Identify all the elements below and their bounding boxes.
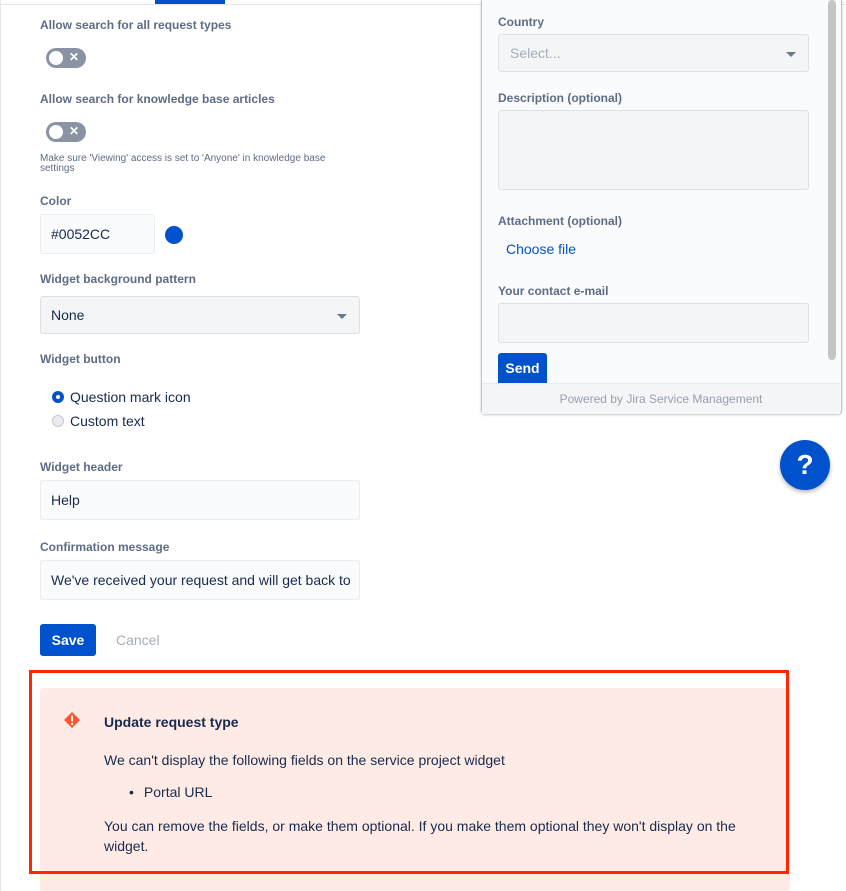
active-tab-indicator[interactable]: [155, 0, 225, 4]
pattern-select[interactable]: None: [40, 296, 360, 334]
confirm-input[interactable]: We've received your request and will get…: [40, 560, 360, 600]
cancel-button[interactable]: Cancel: [116, 632, 160, 648]
search-all-label: Allow search for all request types: [40, 18, 232, 32]
country-select[interactable]: Select...: [498, 34, 809, 72]
search-kb-label: Allow search for knowledge base articles: [40, 92, 275, 106]
send-button[interactable]: Send: [498, 353, 547, 383]
radio-label: Custom text: [70, 413, 145, 429]
divider: [0, 0, 1, 891]
email-label: Your contact e-mail: [498, 284, 609, 298]
chevron-down-icon: [786, 52, 796, 57]
radio-custom-text[interactable]: Custom text: [52, 413, 145, 429]
search-kb-toggle[interactable]: ✕: [46, 122, 86, 142]
help-button[interactable]: ?: [780, 440, 830, 490]
scrollbar[interactable]: [828, 0, 836, 360]
close-icon: ✕: [68, 50, 79, 64]
color-input[interactable]: #0052CC: [40, 214, 155, 254]
toggle-knob: [49, 125, 63, 139]
radio-label: Question mark icon: [70, 389, 191, 405]
radio-question-mark[interactable]: Question mark icon: [52, 389, 191, 405]
pattern-label: Widget background pattern: [40, 272, 196, 286]
toggle-knob: [49, 51, 63, 65]
highlight-box: [29, 670, 789, 874]
radio-unselected[interactable]: [52, 415, 64, 427]
close-icon: ✕: [68, 124, 79, 138]
save-button[interactable]: Save: [40, 624, 96, 656]
description-label: Description (optional): [498, 91, 622, 105]
radio-selected[interactable]: [52, 391, 64, 403]
pattern-value: None: [51, 307, 85, 323]
attachment-label: Attachment (optional): [498, 214, 622, 228]
country-placeholder: Select...: [510, 45, 561, 61]
search-all-toggle[interactable]: ✕: [46, 48, 86, 68]
email-input[interactable]: [498, 303, 809, 343]
description-textarea[interactable]: [498, 110, 809, 190]
chevron-down-icon: [337, 314, 347, 319]
color-swatch[interactable]: [165, 226, 183, 244]
country-label: Country: [498, 15, 544, 29]
widget-footer: Powered by Jira Service Management: [482, 383, 840, 414]
header-label: Widget header: [40, 460, 123, 474]
widget-button-label: Widget button: [40, 352, 121, 366]
confirm-label: Confirmation message: [40, 540, 170, 554]
color-label: Color: [40, 194, 72, 208]
kb-help-text: Make sure 'Viewing' access is set to 'An…: [40, 153, 326, 174]
choose-file-link[interactable]: Choose file: [506, 241, 576, 257]
header-input[interactable]: Help: [40, 480, 360, 520]
